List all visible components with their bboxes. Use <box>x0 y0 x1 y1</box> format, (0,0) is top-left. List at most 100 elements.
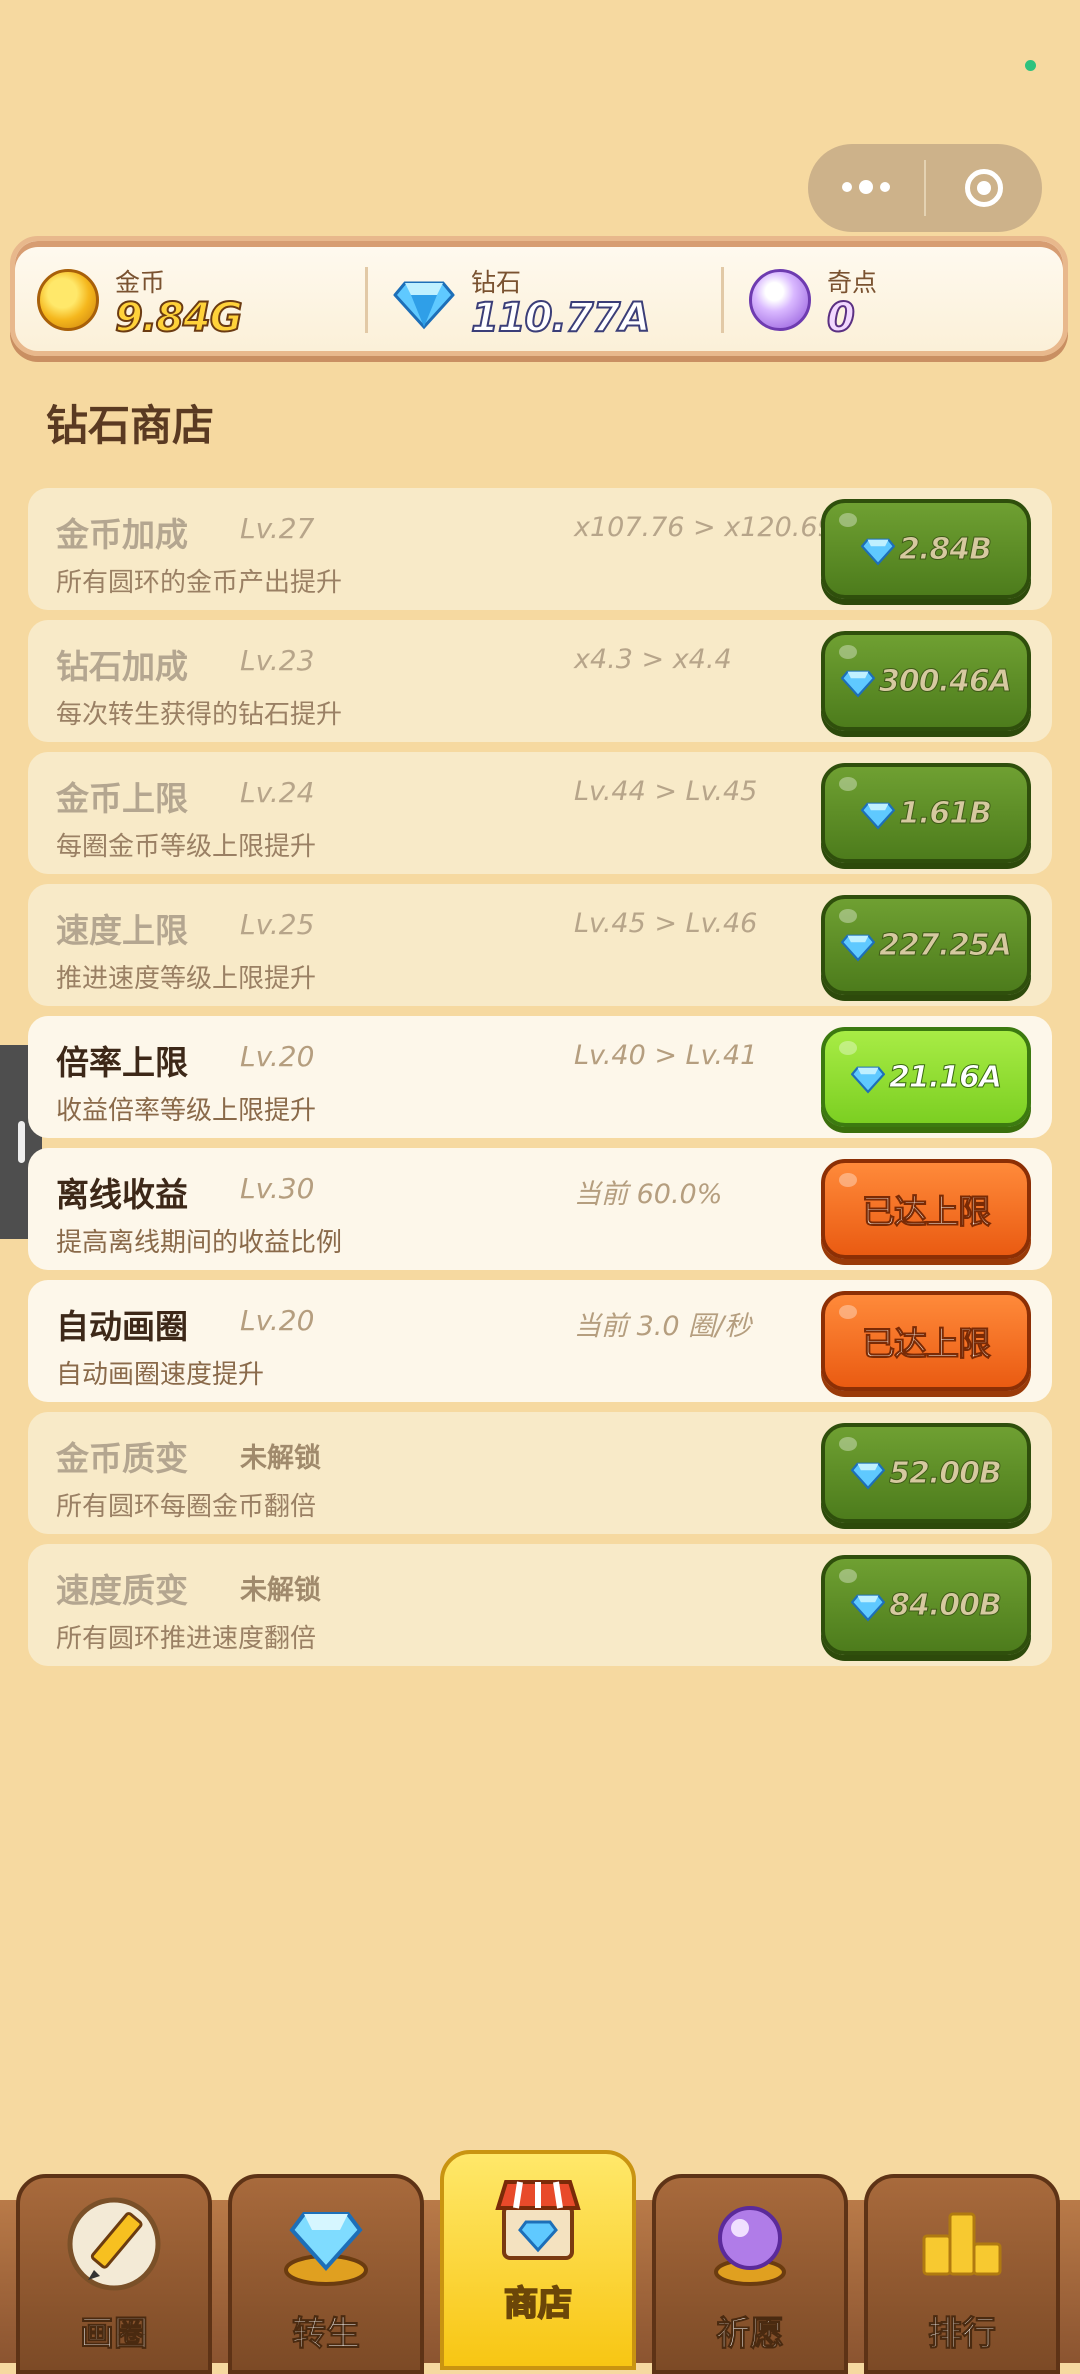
item-effect: Lv.44 > Lv.45 <box>574 776 758 807</box>
divider <box>721 267 724 333</box>
item-level: Lv.24 <box>240 776 315 809</box>
buy-button[interactable]: 1.61B <box>821 763 1031 863</box>
buy-button[interactable]: 84.00B <box>821 1555 1031 1655</box>
tab-shop[interactable]: 商店 <box>440 2150 636 2370</box>
shop-item-gold-bonus: 金币加成 Lv.27 x107.76 > x120.69 所有圆环的金币产出提升… <box>28 488 1052 610</box>
shop-item-speed-cap: 速度上限 Lv.25 Lv.45 > Lv.46 推进速度等级上限提升 227.… <box>28 884 1052 1006</box>
shop-item-list: 金币加成 Lv.27 x107.76 > x120.69 所有圆环的金币产出提升… <box>28 488 1052 1676</box>
item-name: 金币质变 <box>56 1439 188 1478</box>
item-effect: Lv.40 > Lv.41 <box>574 1040 758 1071</box>
item-name: 钻石加成 <box>56 647 188 686</box>
resource-value: 9.84G <box>114 294 244 342</box>
item-description: 推进速度等级上限提升 <box>56 964 317 994</box>
item-level: Lv.30 <box>240 1172 315 1205</box>
item-description: 提高离线期间的收益比例 <box>56 1228 343 1258</box>
item-name: 速度质变 <box>56 1571 188 1610</box>
price-label: 21.16A <box>888 1059 1002 1095</box>
shop-icon <box>495 2180 581 2260</box>
shop-item-diamond-bonus: 钻石加成 Lv.23 x4.3 > x4.4 每次转生获得的钻石提升 300.4… <box>28 620 1052 742</box>
price-label: 227.25A <box>879 927 1013 963</box>
page-title: 钻石商店 <box>46 401 215 450</box>
shop-item-gold-transform: 金币质变 未解锁 所有圆环每圈金币翻倍 52.00B <box>28 1412 1052 1534</box>
resource-singularity: 奇点 0 <box>749 259 1049 349</box>
resource-diamond: 钻石 110.77A <box>393 259 713 349</box>
diamond-icon <box>851 1462 886 1490</box>
item-effect: 当前 60.0% <box>574 1179 723 1210</box>
resource-gold: 金币 9.84G <box>37 259 357 349</box>
target-close-icon <box>965 169 1003 207</box>
buy-button[interactable]: 300.46A <box>821 631 1031 731</box>
purple-orb-icon <box>749 269 811 331</box>
item-level: Lv.27 <box>240 512 315 545</box>
item-lock-status: 未解锁 <box>240 1575 321 1606</box>
diamond-pedestal-icon <box>284 2212 368 2286</box>
item-description: 所有圆环的金币产出提升 <box>56 568 343 598</box>
price-label: 300.46A <box>879 663 1013 699</box>
resource-value: 110.77A <box>470 294 651 342</box>
diamond-icon <box>393 281 455 330</box>
miniprogram-capsule <box>808 144 1042 232</box>
tab-wish[interactable]: 祈愿 <box>652 2174 848 2374</box>
buy-button[interactable]: 21.16A <box>821 1027 1031 1127</box>
item-effect: x4.3 > x4.4 <box>574 644 732 675</box>
tab-rebirth[interactable]: 转生 <box>228 2174 424 2374</box>
diamond-icon <box>861 802 896 830</box>
item-description: 自动画圈速度提升 <box>56 1360 265 1390</box>
resource-label: 钻石 <box>471 268 522 297</box>
item-name: 离线收益 <box>56 1175 188 1214</box>
item-effect: Lv.45 > Lv.46 <box>574 908 758 939</box>
tab-ranking[interactable]: 排行 <box>864 2174 1060 2374</box>
item-description: 每次转生获得的钻石提升 <box>56 700 343 730</box>
item-description: 每圈金币等级上限提升 <box>56 832 317 862</box>
item-effect: x107.76 > x120.69 <box>574 512 835 543</box>
tab-label: 排行 <box>928 2314 997 2355</box>
pencil-icon <box>67 2197 161 2291</box>
buy-button[interactable]: 227.25A <box>821 895 1031 995</box>
more-menu-button[interactable] <box>808 144 924 232</box>
item-description: 所有圆环推进速度翻倍 <box>56 1624 317 1654</box>
diamond-icon <box>841 670 875 698</box>
price-label: 2.84B <box>899 531 993 567</box>
item-level: Lv.25 <box>240 908 315 941</box>
item-description: 收益倍率等级上限提升 <box>56 1096 317 1126</box>
diamond-icon <box>850 1066 885 1094</box>
diamond-icon <box>861 538 896 566</box>
maxed-button[interactable]: 已达上限 <box>821 1291 1031 1391</box>
item-name: 金币加成 <box>56 515 188 554</box>
tab-label: 商店 <box>503 2283 573 2325</box>
tab-draw[interactable]: 画圈 <box>16 2174 212 2374</box>
diamond-icon <box>841 934 875 962</box>
buy-button[interactable]: 2.84B <box>821 499 1031 599</box>
maxed-label: 已达上限 <box>862 1324 992 1364</box>
item-level: Lv.23 <box>240 644 315 677</box>
bottom-nav: 画圈 转生 商店 祈愿 排行 <box>0 2150 1080 2374</box>
item-description: 所有圆环每圈金币翻倍 <box>56 1492 317 1522</box>
tab-label: 祈愿 <box>716 2314 785 2355</box>
tab-label: 转生 <box>292 2314 361 2355</box>
crystal-ball-icon <box>714 2206 786 2286</box>
gold-coin-icon <box>37 269 99 331</box>
more-dots-icon <box>842 180 890 194</box>
price-label: 1.61B <box>899 795 993 831</box>
item-name: 自动画圈 <box>56 1307 188 1346</box>
item-effect: 当前 3.0 圈/秒 <box>574 1311 752 1342</box>
resource-bar: 金币 9.84G 钻石 110.77A 奇点 0 <box>10 236 1068 356</box>
item-name: 倍率上限 <box>56 1043 188 1082</box>
shop-item-offline-income: 离线收益 Lv.30 当前 60.0% 提高离线期间的收益比例 已达上限 <box>28 1148 1052 1270</box>
divider <box>365 267 368 333</box>
close-miniprogram-button[interactable] <box>926 144 1042 232</box>
item-name: 速度上限 <box>56 911 188 950</box>
resource-label: 金币 <box>115 268 166 297</box>
tab-label: 画圈 <box>80 2314 149 2355</box>
item-level: Lv.20 <box>240 1040 315 1073</box>
resource-value: 0 <box>826 294 856 342</box>
buy-button[interactable]: 52.00B <box>821 1423 1031 1523</box>
maxed-button[interactable]: 已达上限 <box>821 1159 1031 1259</box>
price-label: 52.00B <box>889 1455 1003 1491</box>
resource-label: 奇点 <box>827 268 878 297</box>
maxed-label: 已达上限 <box>862 1192 992 1232</box>
shop-item-auto-draw: 自动画圈 Lv.20 当前 3.0 圈/秒 自动画圈速度提升 已达上限 <box>28 1280 1052 1402</box>
item-level: Lv.20 <box>240 1304 315 1337</box>
status-indicator-dot <box>1025 60 1036 71</box>
shop-item-speed-transform: 速度质变 未解锁 所有圆环推进速度翻倍 84.00B <box>28 1544 1052 1666</box>
